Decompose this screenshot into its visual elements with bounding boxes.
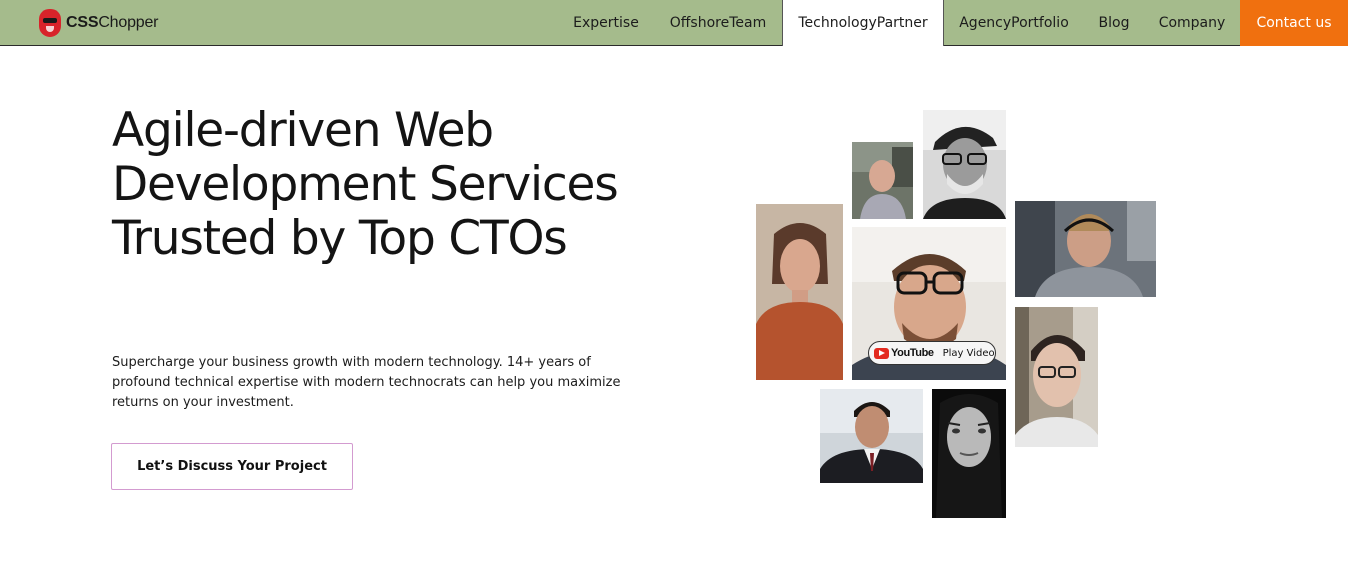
hero-subtitle: Supercharge your business growth with mo… <box>112 355 621 410</box>
contact-us-button[interactable]: Contact us <box>1240 0 1348 46</box>
discuss-project-button[interactable]: Let’s Discuss Your Project <box>111 443 353 490</box>
person-photo <box>1015 201 1156 297</box>
logo[interactable]: CSSChopper <box>39 8 158 38</box>
person-photo <box>852 142 913 219</box>
testimonial-thumbnail[interactable] <box>820 389 923 483</box>
play-video-label: Play Video <box>942 347 995 359</box>
youtube-play-icon <box>874 347 889 359</box>
person-photo <box>820 389 923 483</box>
nav-technology-partner[interactable]: TechnologyPartner <box>782 0 944 46</box>
testimonial-thumbnail[interactable] <box>1015 307 1098 447</box>
person-photo <box>1015 307 1098 447</box>
testimonial-thumbnail[interactable] <box>1015 201 1156 297</box>
logo-icon <box>39 9 61 37</box>
testimonial-thumbnail[interactable] <box>923 110 1006 219</box>
person-photo <box>932 389 1006 518</box>
nav-expertise[interactable]: Expertise <box>558 0 654 46</box>
youtube-logo: YouTube <box>874 347 934 359</box>
youtube-wordmark: YouTube <box>891 347 934 359</box>
top-navbar: CSSChopper Expertise OffshoreTeam Techno… <box>0 0 1348 46</box>
testimonial-thumbnail[interactable] <box>852 142 913 219</box>
nav-blog[interactable]: Blog <box>1086 0 1142 46</box>
play-video-button[interactable]: YouTube Play Video <box>868 341 996 365</box>
logo-text: CSSChopper <box>66 14 159 31</box>
testimonial-thumbnail[interactable] <box>756 204 843 380</box>
hero-title: Agile-driven Web Development Services Tr… <box>112 103 619 266</box>
testimonial-thumbnail[interactable] <box>932 389 1006 518</box>
person-photo <box>923 110 1006 219</box>
nav-agency-portfolio[interactable]: AgencyPortfolio <box>944 0 1084 46</box>
nav-company[interactable]: Company <box>1144 0 1240 46</box>
nav-offshore-team[interactable]: OffshoreTeam <box>656 0 780 46</box>
person-photo <box>756 204 843 380</box>
